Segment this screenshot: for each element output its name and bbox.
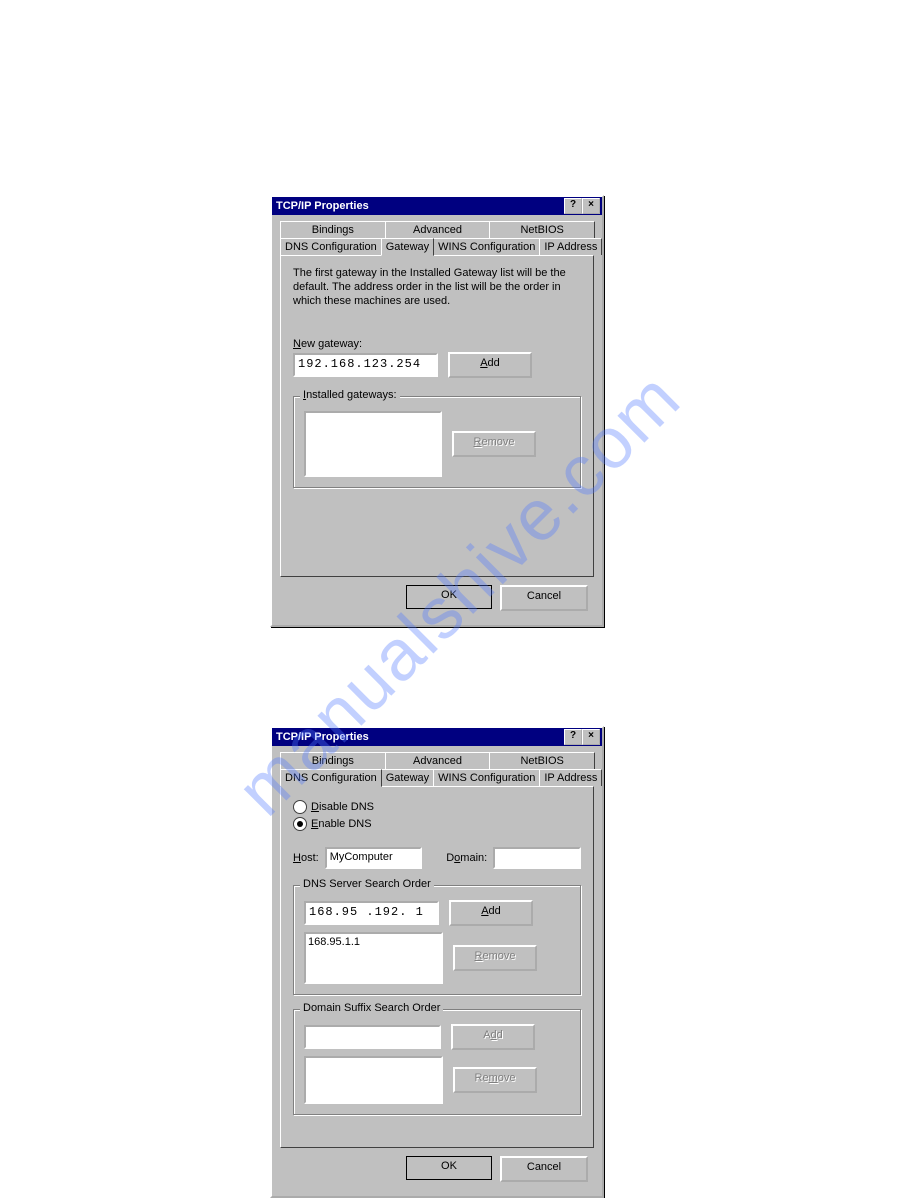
tab-dns-configuration[interactable]: DNS Configuration bbox=[280, 769, 382, 787]
dns-search-order-label: DNS Server Search Order bbox=[300, 878, 434, 890]
gateway-description: The first gateway in the Installed Gatew… bbox=[293, 266, 581, 308]
tab-gateway[interactable]: Gateway bbox=[381, 238, 434, 256]
dialog-title: TCP/IP Properties bbox=[276, 728, 564, 746]
close-button[interactable]: × bbox=[582, 198, 600, 214]
installed-gateways-label: Installed gateways: bbox=[300, 389, 400, 401]
suffix-input[interactable] bbox=[304, 1025, 441, 1049]
tab-ip-address[interactable]: IP Address bbox=[539, 769, 602, 786]
tab-advanced[interactable]: Advanced bbox=[385, 752, 491, 769]
tab-advanced[interactable]: Advanced bbox=[385, 221, 491, 238]
ok-button[interactable]: OK bbox=[406, 585, 492, 609]
tab-dns-configuration[interactable]: DNS Configuration bbox=[280, 238, 382, 255]
tab-netbios[interactable]: NetBIOS bbox=[489, 752, 595, 769]
titlebar: TCP/IP Properties ? × bbox=[272, 728, 602, 746]
help-button[interactable]: ? bbox=[564, 729, 582, 745]
domain-input[interactable] bbox=[493, 847, 581, 869]
host-input[interactable]: MyComputer bbox=[325, 847, 423, 869]
remove-gateway-button[interactable]: Remove bbox=[452, 431, 536, 457]
dialog-title: TCP/IP Properties bbox=[276, 197, 564, 215]
help-button[interactable]: ? bbox=[564, 198, 582, 214]
suffix-add-button[interactable]: Add bbox=[451, 1024, 535, 1050]
new-gateway-input[interactable]: 192.168.123.254 bbox=[293, 353, 438, 377]
tab-bindings[interactable]: Bindings bbox=[280, 221, 386, 238]
tab-wins-configuration[interactable]: WINS Configuration bbox=[433, 769, 540, 786]
tab-gateway[interactable]: Gateway bbox=[381, 769, 434, 786]
close-button[interactable]: × bbox=[582, 729, 600, 745]
domain-label: Domain: bbox=[446, 852, 487, 864]
host-label: Host: bbox=[293, 852, 319, 864]
ok-button[interactable]: OK bbox=[406, 1156, 492, 1180]
radio-icon bbox=[293, 817, 307, 831]
installed-gateways-list[interactable] bbox=[304, 411, 442, 477]
tcpip-properties-dialog-dns: TCP/IP Properties ? × Bindings Advanced … bbox=[270, 726, 604, 1198]
tab-ip-address[interactable]: IP Address bbox=[539, 238, 602, 255]
dns-panel: Disable DNS Enable DNS Host: MyComputer … bbox=[280, 786, 594, 1148]
dns-list[interactable]: 168.95.1.1 bbox=[304, 932, 443, 984]
gateway-panel: The first gateway in the Installed Gatew… bbox=[280, 255, 594, 577]
tab-wins-configuration[interactable]: WINS Configuration bbox=[433, 238, 540, 255]
tab-bindings[interactable]: Bindings bbox=[280, 752, 386, 769]
tab-netbios[interactable]: NetBIOS bbox=[489, 221, 595, 238]
cancel-button[interactable]: Cancel bbox=[500, 1156, 588, 1182]
domain-suffix-label: Domain Suffix Search Order bbox=[300, 1002, 443, 1014]
enable-dns-radio[interactable]: Enable DNS bbox=[293, 817, 581, 831]
new-gateway-label: New gateway: bbox=[293, 338, 581, 350]
disable-dns-radio[interactable]: Disable DNS bbox=[293, 800, 581, 814]
tcpip-properties-dialog-gateway: TCP/IP Properties ? × Bindings Advanced … bbox=[270, 195, 604, 627]
suffix-remove-button[interactable]: Remove bbox=[453, 1067, 537, 1093]
suffix-list[interactable] bbox=[304, 1056, 443, 1104]
add-gateway-button[interactable]: Add bbox=[448, 352, 532, 378]
dns-remove-button[interactable]: Remove bbox=[453, 945, 537, 971]
titlebar: TCP/IP Properties ? × bbox=[272, 197, 602, 215]
cancel-button[interactable]: Cancel bbox=[500, 585, 588, 611]
dns-ip-input[interactable]: 168.95 .192. 1 bbox=[304, 901, 439, 925]
radio-icon bbox=[293, 800, 307, 814]
dns-add-button[interactable]: Add bbox=[449, 900, 533, 926]
